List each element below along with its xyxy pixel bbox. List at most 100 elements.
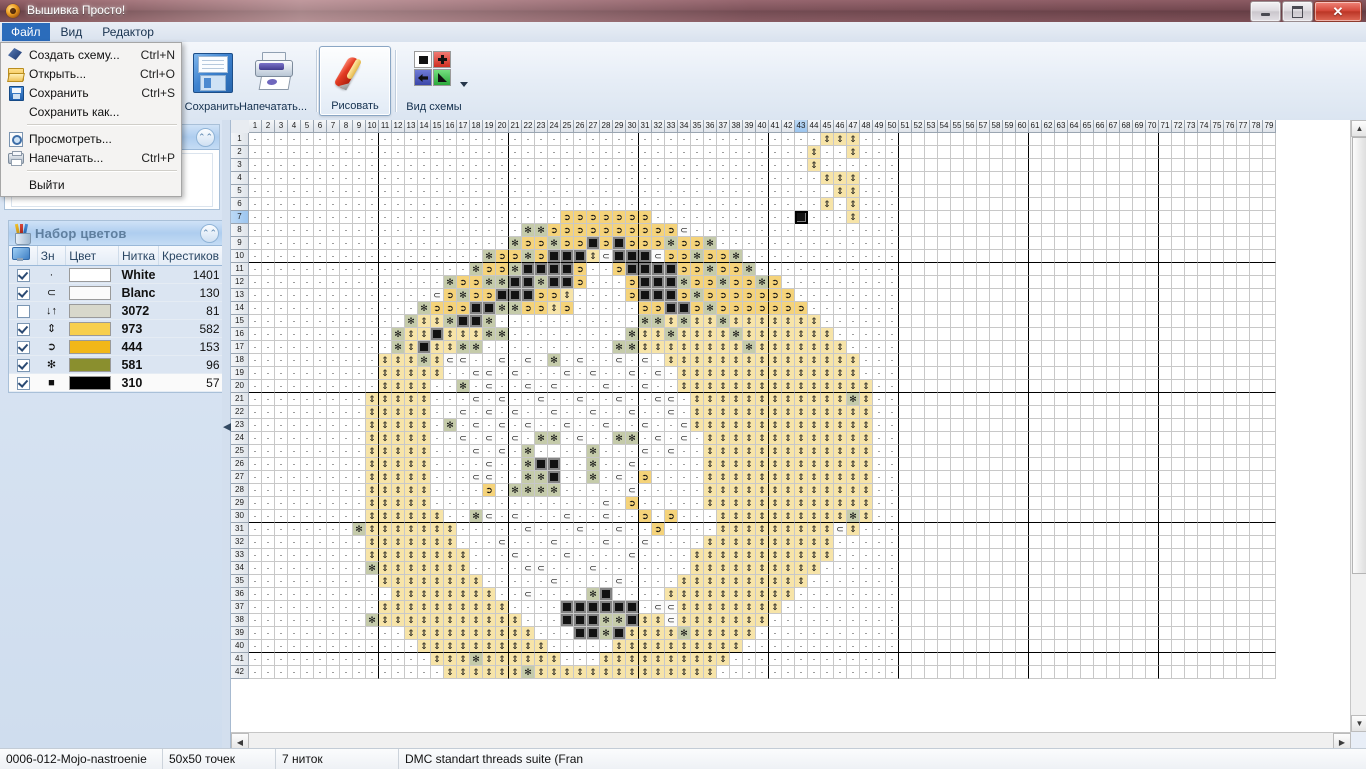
grid-cell[interactable]: · [262, 471, 275, 484]
grid-cell[interactable]: · [548, 640, 561, 653]
grid-cell[interactable] [899, 328, 912, 341]
grid-cell[interactable] [1159, 471, 1172, 484]
grid-cell[interactable] [1237, 458, 1250, 471]
column-header[interactable]: 3 [275, 120, 288, 133]
grid-cell[interactable] [899, 250, 912, 263]
grid-cell[interactable]: ➲ [496, 250, 509, 263]
palette-row[interactable]: ⇕ 973 582 [9, 319, 223, 338]
grid-cell[interactable] [1055, 341, 1068, 354]
grid-cell[interactable]: · [496, 237, 509, 250]
grid-cell[interactable]: · [275, 588, 288, 601]
grid-cell[interactable]: ⇕ [730, 588, 743, 601]
grid-cell[interactable]: · [353, 562, 366, 575]
grid-cell[interactable] [925, 406, 938, 419]
grid-cell[interactable]: · [834, 224, 847, 237]
grid-cell[interactable] [1146, 640, 1159, 653]
grid-cell[interactable]: · [353, 250, 366, 263]
grid-cell[interactable]: · [470, 406, 483, 419]
grid-cell[interactable] [990, 224, 1003, 237]
row-header[interactable]: 2 [231, 146, 249, 159]
grid-cell[interactable]: · [340, 497, 353, 510]
grid-cell[interactable] [899, 510, 912, 523]
grid-cell[interactable]: ⇕ [704, 471, 717, 484]
grid-cell[interactable]: ✻ [704, 302, 717, 315]
grid-cell[interactable] [964, 211, 977, 224]
grid-cell[interactable]: ⇕ [769, 497, 782, 510]
grid-cell[interactable]: · [457, 250, 470, 263]
grid-cell[interactable]: ➲ [782, 302, 795, 315]
grid-cell[interactable]: ✻ [743, 263, 756, 276]
grid-cell[interactable]: · [847, 237, 860, 250]
grid-cell[interactable]: · [821, 146, 834, 159]
grid-cell[interactable]: · [327, 601, 340, 614]
grid-cell[interactable]: · [418, 276, 431, 289]
grid-cell[interactable] [1094, 354, 1107, 367]
grid-cell[interactable]: ⇕ [821, 354, 834, 367]
grid-cell[interactable]: ⇕ [782, 471, 795, 484]
grid-cell[interactable]: · [821, 588, 834, 601]
grid-cell[interactable] [1055, 289, 1068, 302]
grid-cell[interactable]: ⇕ [470, 627, 483, 640]
grid-cell[interactable]: · [314, 601, 327, 614]
grid-cell[interactable]: · [574, 510, 587, 523]
grid-cell[interactable]: ➲ [730, 289, 743, 302]
grid-cell[interactable]: ⇕ [717, 367, 730, 380]
grid-cell[interactable]: ⇕ [730, 510, 743, 523]
grid-cell[interactable]: ⇕ [704, 653, 717, 666]
grid-cell[interactable] [964, 289, 977, 302]
grid-cell[interactable]: · [392, 133, 405, 146]
grid-cell[interactable] [964, 497, 977, 510]
grid-cell[interactable] [1237, 133, 1250, 146]
grid-cell[interactable]: ⊂ [509, 549, 522, 562]
grid-cell[interactable]: ➲ [574, 224, 587, 237]
grid-cell[interactable]: · [288, 133, 301, 146]
grid-cell[interactable]: · [613, 497, 626, 510]
grid-cell[interactable] [1016, 419, 1029, 432]
grid-cell[interactable]: · [691, 510, 704, 523]
grid-cell[interactable]: ⇕ [444, 562, 457, 575]
grid-cell[interactable] [1146, 458, 1159, 471]
grid-cell[interactable] [1172, 185, 1185, 198]
grid-cell[interactable]: ⇕ [691, 406, 704, 419]
grid-cell[interactable] [1016, 406, 1029, 419]
grid-cell[interactable]: · [340, 393, 353, 406]
grid-cell[interactable] [1185, 484, 1198, 497]
grid-cell[interactable]: ⇕ [743, 497, 756, 510]
grid-cell[interactable]: ⇕ [730, 562, 743, 575]
grid-cell[interactable]: · [626, 172, 639, 185]
grid-cell[interactable] [1250, 666, 1263, 679]
grid-cell[interactable] [1133, 523, 1146, 536]
grid-cell[interactable]: ⇕ [717, 601, 730, 614]
grid-cell[interactable] [1146, 341, 1159, 354]
grid-cell[interactable] [1133, 302, 1146, 315]
grid-cell[interactable] [964, 315, 977, 328]
grid-cell[interactable]: · [717, 198, 730, 211]
grid-cell[interactable] [1055, 237, 1068, 250]
grid-cell[interactable]: · [275, 159, 288, 172]
grid-cell[interactable] [990, 263, 1003, 276]
grid-cell[interactable] [1185, 380, 1198, 393]
grid-cell[interactable]: · [262, 666, 275, 679]
grid-cell[interactable] [1211, 276, 1224, 289]
grid-cell[interactable]: · [678, 471, 691, 484]
grid-cell[interactable] [1120, 640, 1133, 653]
grid-cell[interactable]: · [392, 302, 405, 315]
grid-cell[interactable]: ⊂ [522, 419, 535, 432]
grid-cell[interactable]: ⇕ [418, 380, 431, 393]
grid-cell[interactable] [1055, 601, 1068, 614]
grid-cell[interactable]: · [340, 146, 353, 159]
grid-cell[interactable]: · [860, 666, 873, 679]
grid-cell[interactable] [1094, 614, 1107, 627]
grid-cell[interactable]: ⇕ [704, 484, 717, 497]
grid-cell[interactable] [951, 497, 964, 510]
grid-cell[interactable]: · [873, 497, 886, 510]
grid-cell[interactable]: · [327, 315, 340, 328]
grid-cell[interactable]: ⇕ [418, 510, 431, 523]
grid-cell[interactable] [1016, 523, 1029, 536]
grid-cell[interactable]: · [860, 614, 873, 627]
grid-cell[interactable]: ➲ [678, 289, 691, 302]
grid-cell[interactable] [964, 614, 977, 627]
grid-cell[interactable]: · [366, 666, 379, 679]
grid-cell[interactable]: · [314, 523, 327, 536]
grid-cell[interactable]: · [249, 250, 262, 263]
